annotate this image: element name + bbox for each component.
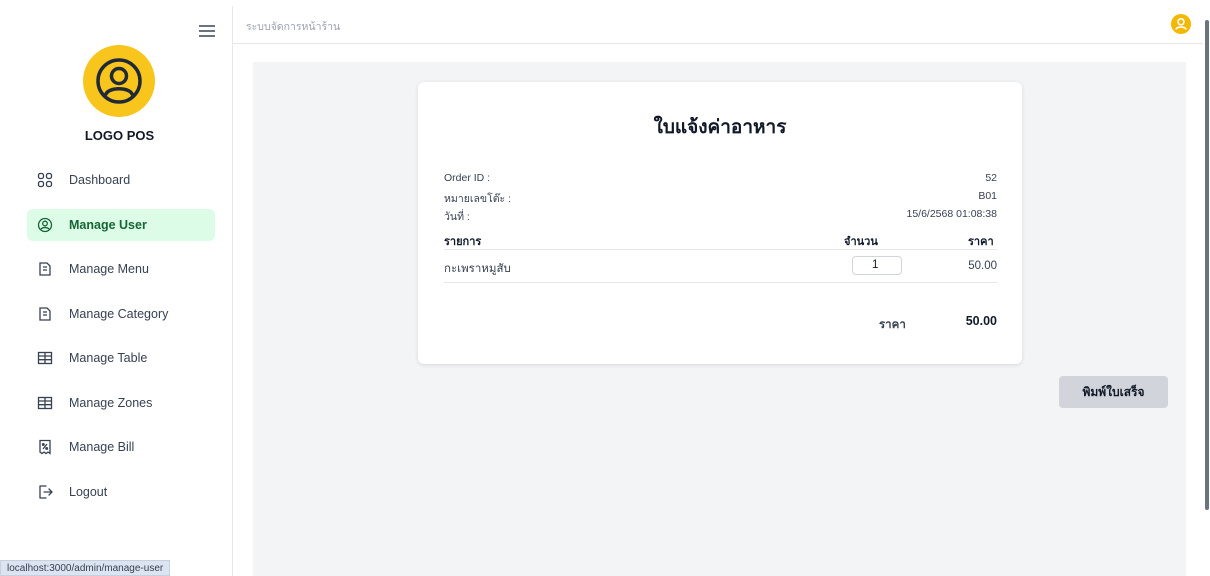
- user-circle-logo-icon: [96, 58, 142, 104]
- sidebar-nav: Dashboard Manage User Manage Menu Manage…: [27, 164, 215, 520]
- receipt-title: ใบแจ้งค่าอาหาร: [653, 117, 787, 138]
- top-header: ระบบจัดการหน้าร้าน: [233, 6, 1203, 44]
- table-number-row: หมายเลขโต๊ะ : B01: [444, 190, 997, 207]
- table-divider: [444, 249, 997, 250]
- table-number-label: หมายเลขโต๊ะ :: [444, 193, 512, 205]
- zones-icon: [37, 395, 53, 411]
- sidebar-item-manage-zones[interactable]: Manage Zones: [27, 387, 215, 419]
- order-id-row: Order ID : 52: [444, 172, 997, 184]
- date-value: 15/6/2568 01:08:38: [906, 208, 997, 220]
- sidebar-item-manage-bill[interactable]: Manage Bill: [27, 431, 215, 463]
- receipt-card: ใบแจ้งค่าอาหาร Order ID : 52 หมายเลขโต๊ะ…: [418, 82, 1022, 364]
- table-number-value: B01: [978, 190, 997, 202]
- status-bar-url: localhost:3000/admin/manage-user: [0, 560, 171, 576]
- table-divider: [444, 282, 997, 283]
- user-circle-icon: [37, 217, 53, 233]
- page-scrollbar[interactable]: [1203, 6, 1210, 576]
- sidebar-item-label: Manage Category: [69, 306, 169, 321]
- sidebar-item-manage-user[interactable]: Manage User: [27, 208, 215, 241]
- quantity-field[interactable]: 1: [852, 256, 902, 275]
- print-receipt-button[interactable]: พิมพ์ใบเสร็จ: [1059, 376, 1168, 408]
- main-content: ใบแจ้งค่าอาหาร Order ID : 52 หมายเลขโต๊ะ…: [253, 62, 1186, 576]
- scrollbar-thumb[interactable]: [1205, 20, 1209, 510]
- sidebar-item-label: Manage User: [69, 217, 147, 232]
- sidebar-item-manage-category[interactable]: Manage Category: [27, 298, 215, 330]
- total-value: 50.00: [965, 314, 997, 328]
- bill-icon: [37, 439, 53, 455]
- column-header-price: ราคา: [968, 236, 994, 248]
- order-id-value: 52: [985, 172, 997, 184]
- total-label: ราคา: [879, 319, 906, 331]
- category-icon: [37, 306, 53, 322]
- sidebar-item-label: Manage Bill: [69, 440, 135, 454]
- order-id-label: Order ID :: [444, 172, 491, 184]
- menu-book-icon: [37, 261, 53, 277]
- logout-icon: [37, 484, 53, 500]
- user-avatar-icon[interactable]: [1171, 14, 1191, 34]
- date-row: วันที่ : 15/6/2568 01:08:38: [444, 208, 997, 225]
- sidebar-item-manage-table[interactable]: Manage Table: [27, 342, 215, 374]
- column-header-item: รายการ: [444, 236, 482, 248]
- logo-avatar: [83, 45, 155, 117]
- sidebar-item-label: Manage Menu: [69, 262, 149, 276]
- table-icon: [37, 350, 53, 366]
- date-label: วันที่ :: [444, 211, 470, 223]
- column-header-qty: จำนวน: [844, 236, 878, 248]
- sidebar-item-label: Manage Zones: [69, 395, 153, 410]
- sidebar-item-label: Manage Table: [69, 351, 148, 365]
- sidebar-item-dashboard[interactable]: Dashboard: [27, 164, 215, 196]
- sidebar-item-label: Dashboard: [69, 173, 131, 187]
- sidebar-item-label: Logout: [69, 484, 108, 499]
- sidebar: LOGO POS Dashboard Manage User Manage Me…: [6, 6, 233, 576]
- item-price: 50.00: [968, 260, 997, 272]
- item-name: กะเพราหมูสับ: [444, 263, 511, 275]
- sidebar-item-logout[interactable]: Logout: [27, 476, 215, 508]
- header-title: ระบบจัดการหน้าร้าน: [246, 21, 341, 33]
- logo-text: LOGO POS: [84, 128, 155, 143]
- sidebar-item-manage-menu[interactable]: Manage Menu: [27, 253, 215, 285]
- dashboard-icon: [37, 172, 53, 188]
- hamburger-menu-icon[interactable]: [199, 25, 215, 39]
